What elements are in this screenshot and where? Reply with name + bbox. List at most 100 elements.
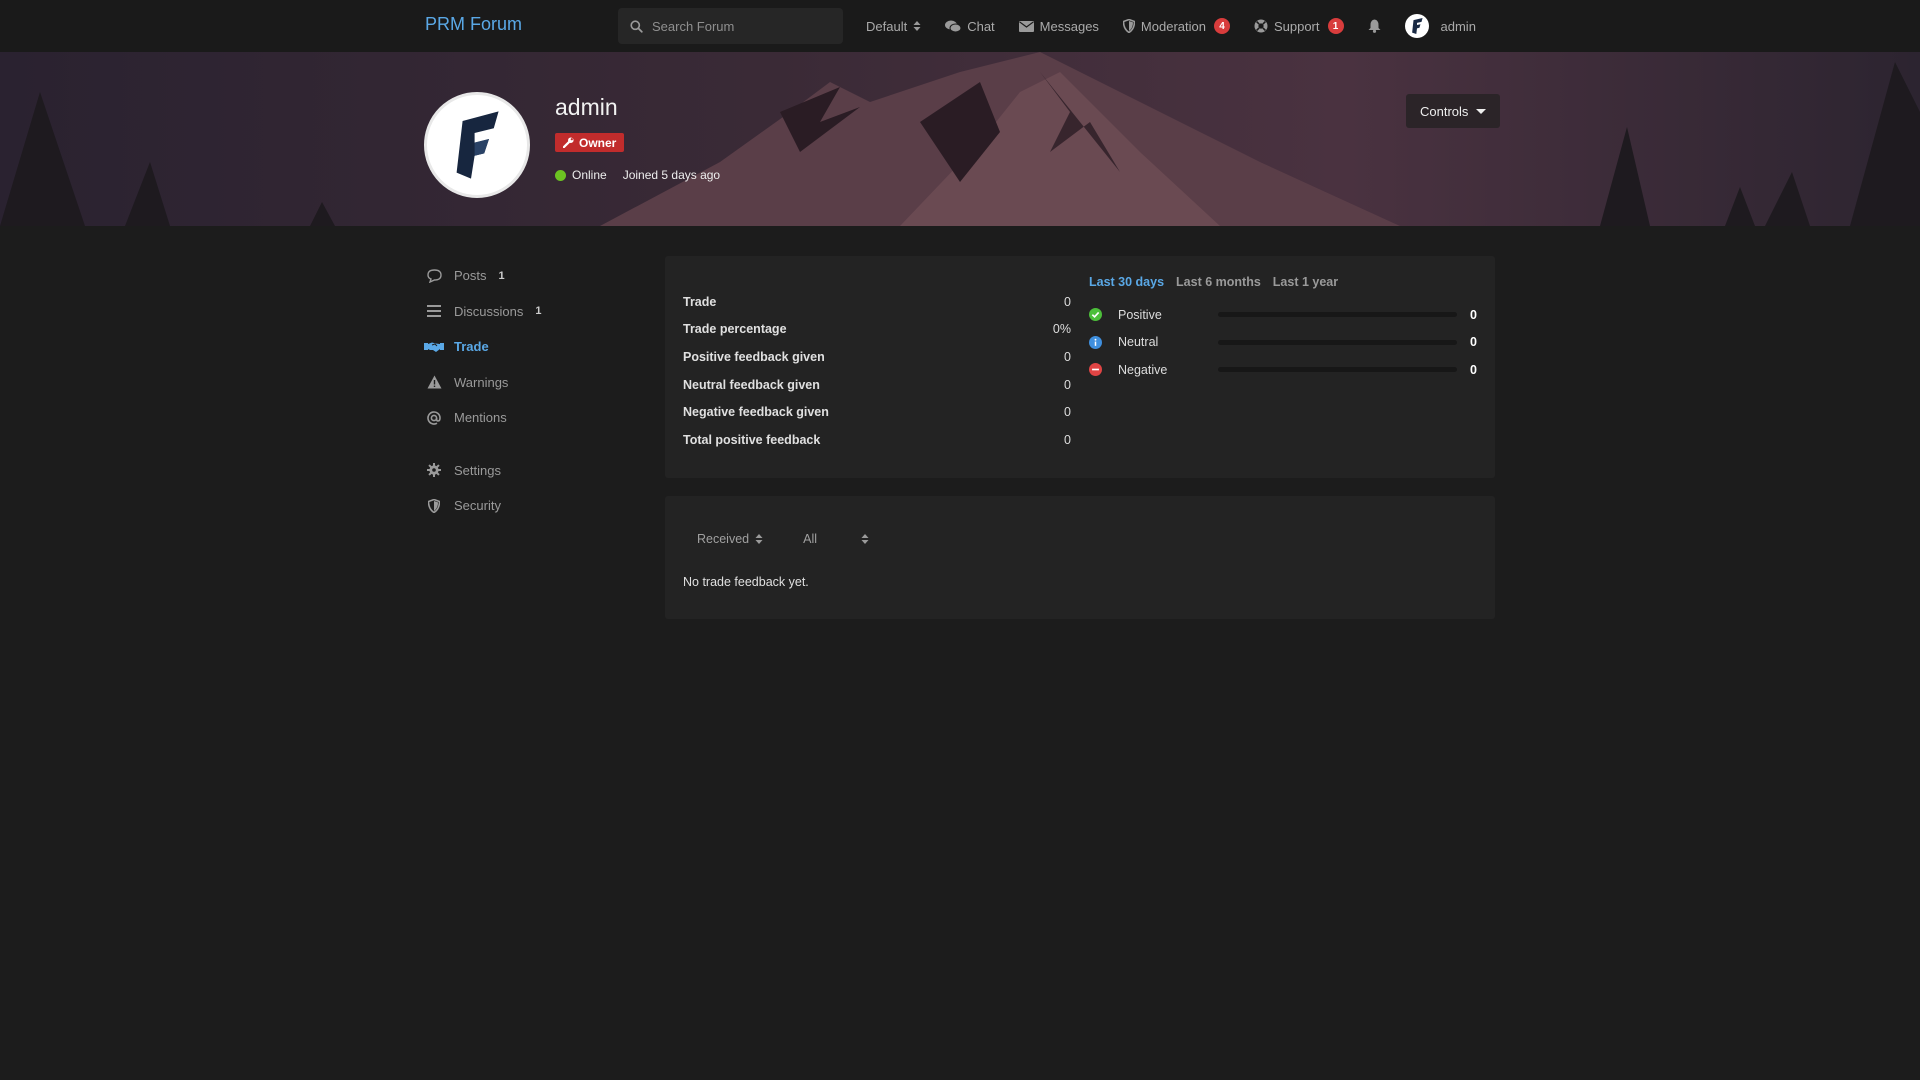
search-icon bbox=[630, 19, 643, 33]
sidebar-item-trade[interactable]: Trade bbox=[424, 329, 624, 365]
session-dropdown[interactable]: admin bbox=[1404, 14, 1476, 38]
discussions-count: 1 bbox=[535, 305, 542, 318]
stat-value: 0% bbox=[1052, 322, 1071, 337]
direction-select-value: Received bbox=[697, 532, 750, 546]
feedback-row-positive: Positive 0 bbox=[1089, 301, 1477, 329]
stat-label: Positive feedback given bbox=[683, 349, 825, 364]
envelope-icon bbox=[1018, 20, 1034, 32]
online-status: Online bbox=[572, 168, 607, 182]
type-select-value: All bbox=[803, 532, 818, 546]
feedback-row-negative: Negative 0 bbox=[1089, 356, 1477, 384]
style-selector[interactable]: Default bbox=[866, 19, 921, 34]
feedback-count: 0 bbox=[1470, 307, 1477, 322]
stat-row: Negative feedback given 0 bbox=[683, 398, 1071, 426]
info-circle-icon bbox=[1089, 335, 1102, 349]
sidebar-item-label: Trade bbox=[454, 339, 489, 355]
avatar bbox=[1404, 14, 1429, 38]
sidebar-item-posts[interactable]: Posts 1 bbox=[424, 258, 624, 294]
stat-label: Negative feedback given bbox=[683, 405, 829, 420]
profile-username: admin bbox=[555, 94, 618, 120]
chat-icon bbox=[945, 20, 962, 33]
handshake-icon bbox=[424, 341, 444, 353]
status-line: Online Joined 5 days ago bbox=[555, 168, 720, 182]
profile-hero: admin Owner Online Joined 5 days ago Con… bbox=[0, 52, 1920, 226]
trade-stats-panel: Trade 0 Trade percentage 0% Positive fee… bbox=[665, 256, 1495, 478]
feedback-bar bbox=[1218, 367, 1457, 373]
stat-row: Total positive feedback 0 bbox=[683, 426, 1071, 454]
brand-logo-icon bbox=[456, 111, 499, 179]
sidebar-item-settings[interactable]: Settings bbox=[424, 453, 624, 489]
sidebar-item-label: Settings bbox=[454, 462, 501, 478]
sort-icon bbox=[913, 20, 921, 32]
search-box[interactable] bbox=[618, 8, 843, 44]
feedback-count: 0 bbox=[1470, 362, 1477, 377]
empty-feedback-message: No trade feedback yet. bbox=[683, 575, 809, 589]
top-header: PRM Forum Default Chat Messages bbox=[0, 0, 1920, 52]
feedback-bar bbox=[1218, 339, 1457, 345]
sidebar-item-security[interactable]: Security bbox=[424, 488, 624, 524]
life-ring-icon bbox=[1254, 19, 1268, 33]
support-count-badge: 1 bbox=[1327, 18, 1344, 34]
stat-label: Trade percentage bbox=[683, 322, 787, 337]
feedback-count: 0 bbox=[1470, 335, 1477, 350]
stat-value: 0 bbox=[1064, 377, 1071, 392]
style-selector-label: Default bbox=[866, 18, 908, 34]
role-badge-label: Owner bbox=[579, 135, 617, 150]
feedback-label: Neutral bbox=[1118, 335, 1159, 350]
support-link[interactable]: Support 1 bbox=[1254, 18, 1344, 34]
controls-dropdown-button[interactable]: Controls bbox=[1406, 94, 1501, 128]
stat-value: 0 bbox=[1064, 294, 1071, 309]
messages-label: Messages bbox=[1039, 18, 1099, 34]
stat-row: Neutral feedback given 0 bbox=[683, 371, 1071, 399]
sidebar-item-warnings[interactable]: Warnings bbox=[424, 365, 624, 401]
gear-icon bbox=[424, 463, 444, 478]
at-icon bbox=[424, 410, 444, 425]
warning-icon bbox=[424, 375, 444, 389]
sidebar-item-label: Posts bbox=[454, 268, 487, 284]
feedback-label: Negative bbox=[1118, 362, 1168, 377]
trade-stats-table: Trade 0 Trade percentage 0% Positive fee… bbox=[683, 288, 1071, 454]
type-select[interactable]: All bbox=[803, 532, 869, 546]
chat-label: Chat bbox=[967, 18, 995, 34]
support-label: Support bbox=[1273, 18, 1320, 34]
moderation-link[interactable]: Moderation 4 bbox=[1122, 18, 1230, 34]
forum-logo[interactable]: PRM Forum bbox=[425, 14, 522, 35]
messages-link[interactable]: Messages bbox=[1018, 18, 1099, 34]
sidebar-item-label: Security bbox=[454, 498, 501, 514]
sort-icon bbox=[861, 533, 869, 545]
stat-label: Trade bbox=[683, 294, 717, 309]
profile-avatar[interactable] bbox=[424, 92, 530, 198]
direction-select[interactable]: Received bbox=[697, 532, 763, 546]
header-nav: Default Chat Messages Moderation 4 Suppo… bbox=[866, 0, 1476, 52]
role-badge: Owner bbox=[555, 133, 625, 152]
posts-count: 1 bbox=[498, 269, 505, 282]
bell-icon bbox=[1368, 19, 1381, 33]
search-input[interactable] bbox=[652, 18, 827, 34]
sidebar-item-label: Warnings bbox=[454, 374, 509, 390]
shield-icon bbox=[424, 498, 444, 513]
tab-last-6-months[interactable]: Last 6 months bbox=[1176, 275, 1261, 289]
feedback-label: Positive bbox=[1118, 307, 1162, 322]
sidebar-item-discussions[interactable]: Discussions 1 bbox=[424, 294, 624, 330]
trade-feedback-panel: Received All No trade feedback yet. bbox=[665, 496, 1495, 619]
sidebar-item-mentions[interactable]: Mentions bbox=[424, 400, 624, 436]
feedback-filters: Received All bbox=[697, 532, 869, 546]
chat-link[interactable]: Chat bbox=[945, 18, 995, 34]
stat-label: Total positive feedback bbox=[683, 432, 821, 447]
mountain-background bbox=[0, 52, 1920, 226]
stat-label: Neutral feedback given bbox=[683, 377, 820, 392]
notifications-button[interactable] bbox=[1368, 19, 1381, 33]
range-tabs: Last 30 days Last 6 months Last 1 year bbox=[1089, 275, 1338, 289]
feedback-bar bbox=[1218, 312, 1457, 318]
wrench-icon bbox=[563, 137, 574, 148]
list-icon bbox=[424, 305, 444, 318]
tab-last-1-year[interactable]: Last 1 year bbox=[1273, 275, 1338, 289]
shield-icon bbox=[1122, 19, 1135, 33]
caret-down-icon bbox=[1476, 108, 1487, 114]
feedback-row-neutral: Neutral 0 bbox=[1089, 329, 1477, 357]
stat-row: Positive feedback given 0 bbox=[683, 343, 1071, 371]
stat-value: 0 bbox=[1064, 405, 1071, 420]
tab-last-30-days[interactable]: Last 30 days bbox=[1089, 275, 1164, 289]
stat-value: 0 bbox=[1064, 432, 1071, 447]
profile-sidebar: Posts 1 Discussions 1 Trade Warnings Men… bbox=[424, 258, 624, 524]
